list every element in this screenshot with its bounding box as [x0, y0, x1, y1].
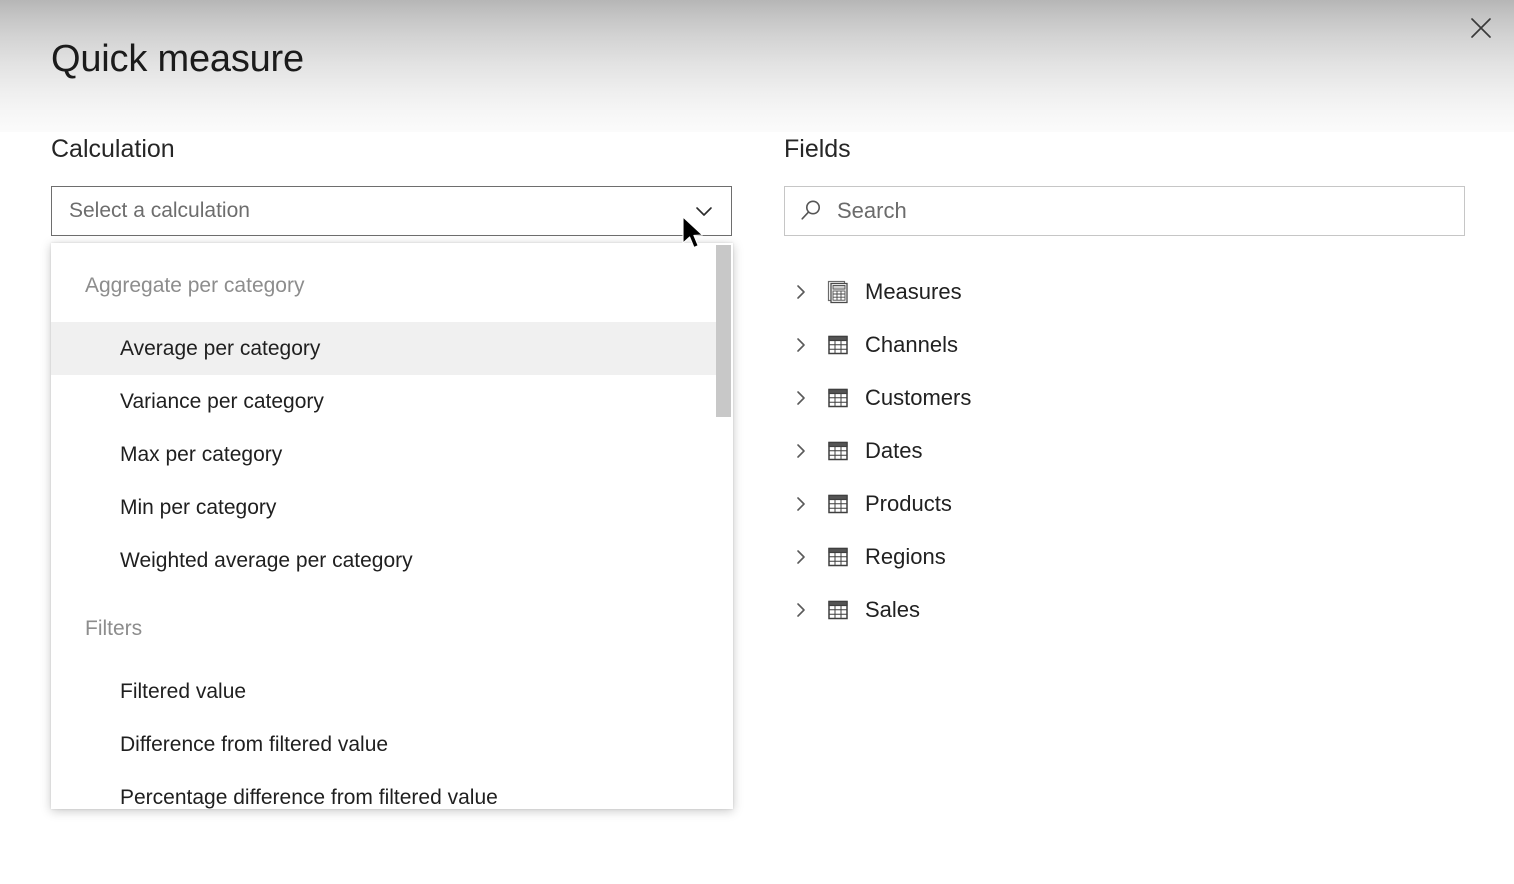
dropdown-option-percentage-difference-from-filtered-value[interactable]: Percentage difference from filtered valu… — [51, 771, 717, 809]
fields-search-box[interactable]: Search — [784, 186, 1465, 236]
chevron-right-icon[interactable] — [784, 494, 818, 514]
chevron-down-icon[interactable] — [689, 196, 719, 226]
dropdown-option-label: Difference from filtered value — [120, 732, 389, 756]
field-tree-item-label: Channels — [865, 332, 958, 357]
field-tree-item-sales[interactable]: Sales — [784, 588, 1204, 632]
search-icon — [785, 198, 837, 224]
chevron-right-icon[interactable] — [784, 388, 818, 408]
field-tree-item-label: Sales — [865, 597, 921, 622]
calculator-icon — [818, 280, 858, 304]
dropdown-scrollbar-thumb[interactable] — [716, 245, 731, 417]
dropdown-option-filtered-value[interactable]: Filtered value — [51, 665, 717, 718]
table-icon — [818, 386, 858, 410]
chevron-right-icon[interactable] — [784, 335, 818, 355]
dropdown-scrollbar[interactable] — [716, 245, 731, 807]
fields-section-label: Fields — [784, 135, 851, 163]
close-dialog-button[interactable] — [1460, 8, 1502, 48]
field-tree-item-label: Regions — [865, 544, 946, 569]
chevron-right-icon[interactable] — [784, 547, 818, 567]
calculation-combobox-value: Select a calculation — [69, 199, 250, 222]
field-tree-item-label: Products — [865, 491, 952, 516]
fields-search-input[interactable]: Search — [837, 198, 907, 224]
dropdown-option-label: Filtered value — [120, 679, 247, 703]
field-tree-item-label: Dates — [865, 438, 923, 463]
table-icon — [818, 598, 858, 622]
calculation-section-label: Calculation — [51, 135, 175, 163]
field-tree-item-measures[interactable]: Measures — [784, 270, 1204, 314]
dropdown-option-label: Percentage difference from filtered valu… — [120, 785, 498, 809]
dropdown-option-label: Average per category — [120, 336, 321, 360]
chevron-right-icon[interactable] — [784, 282, 818, 302]
dropdown-option-min-per-category[interactable]: Min per category — [51, 481, 717, 534]
table-icon — [818, 333, 858, 357]
quick-measure-dialog: Quick measure Calculation Select a calcu… — [0, 0, 1514, 884]
field-tree-item-label: Customers — [865, 385, 972, 410]
dropdown-option-label: Variance per category — [120, 389, 324, 413]
dropdown-scroll-viewport: Aggregate per category Average per categ… — [51, 243, 733, 809]
dropdown-option-label: Max per category — [120, 442, 283, 466]
field-tree-item-channels[interactable]: Channels — [784, 323, 1204, 367]
field-tree-item-dates[interactable]: Dates — [784, 429, 1204, 473]
field-tree-item-label: Measures — [865, 279, 962, 304]
calculation-combobox[interactable]: Select a calculation — [51, 186, 732, 236]
field-tree-item-products[interactable]: Products — [784, 482, 1204, 526]
dropdown-option-average-per-category[interactable]: Average per category — [51, 322, 717, 375]
dropdown-option-max-per-category[interactable]: Max per category — [51, 428, 717, 481]
field-tree-item-regions[interactable]: Regions — [784, 535, 1204, 579]
dropdown-option-weighted-average-per-category[interactable]: Weighted average per category — [51, 534, 717, 587]
close-icon — [1470, 17, 1492, 39]
dropdown-option-variance-per-category[interactable]: Variance per category — [51, 375, 717, 428]
dropdown-option-label: Min per category — [120, 495, 277, 519]
dropdown-group-header-filters: Filters — [85, 617, 143, 640]
field-tree-item-customers[interactable]: Customers — [784, 376, 1204, 420]
table-icon — [818, 492, 858, 516]
dropdown-option-difference-from-filtered-value[interactable]: Difference from filtered value — [51, 718, 717, 771]
chevron-right-icon[interactable] — [784, 441, 818, 461]
calculation-dropdown-list[interactable]: Aggregate per category Average per categ… — [51, 243, 733, 809]
chevron-right-icon[interactable] — [784, 600, 818, 620]
table-icon — [818, 439, 858, 463]
table-icon — [818, 545, 858, 569]
page-title: Quick measure — [51, 38, 304, 80]
dropdown-group-header-aggregate: Aggregate per category — [85, 274, 305, 297]
dropdown-option-label: Weighted average per category — [120, 548, 413, 572]
